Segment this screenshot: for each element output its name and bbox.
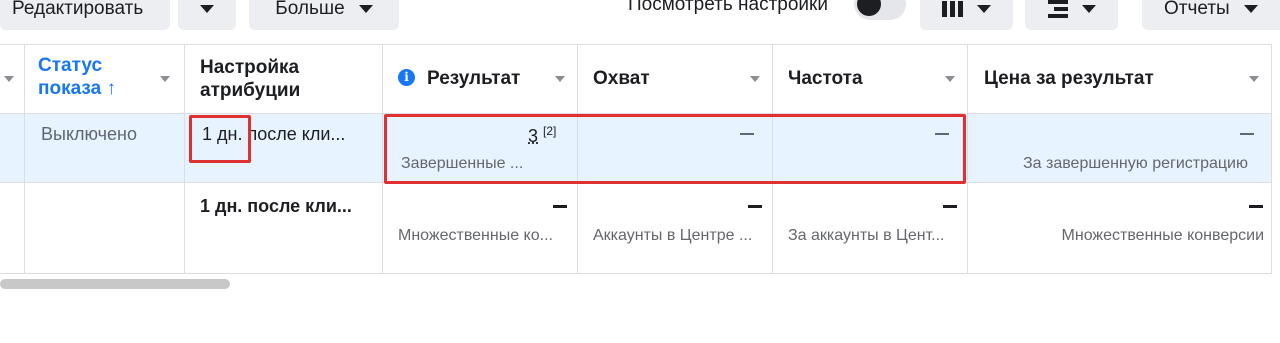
toolbar: Редактировать Больше Посмотреть настройк… bbox=[0, 0, 1280, 44]
chevron-down-icon[interactable] bbox=[750, 76, 760, 82]
divider bbox=[0, 44, 1272, 45]
more-label: Больше bbox=[275, 0, 345, 19]
result-header-label: Результат bbox=[427, 68, 521, 89]
edit-label: Редактировать bbox=[12, 0, 144, 19]
divider bbox=[967, 44, 968, 273]
attribution-rest: после кли... bbox=[242, 124, 346, 144]
reports-button[interactable]: Отчеты bbox=[1142, 0, 1280, 30]
edit-button[interactable]: Редактировать bbox=[0, 0, 170, 30]
edit-dropdown-button[interactable] bbox=[178, 0, 236, 30]
frequency-total-subtitle: За аккаунты в Цент... bbox=[788, 227, 945, 244]
chevron-down-icon[interactable] bbox=[4, 76, 14, 82]
cost-empty-dash bbox=[1240, 133, 1254, 135]
chevron-down-icon[interactable] bbox=[160, 76, 170, 82]
chevron-down-icon[interactable] bbox=[1249, 76, 1259, 82]
chevron-down-icon bbox=[200, 5, 214, 13]
columns-button[interactable] bbox=[920, 0, 1013, 30]
reach-header-label: Охват bbox=[593, 68, 650, 89]
annotation-box-attribution bbox=[189, 115, 251, 163]
result-total-dash bbox=[553, 205, 567, 208]
attribution-header-line1: Настройка bbox=[200, 57, 300, 78]
chevron-down-icon bbox=[1243, 5, 1258, 13]
cost-subtitle: За завершенную регистрацию bbox=[1022, 155, 1248, 172]
columns-icon bbox=[942, 1, 963, 17]
info-icon[interactable]: i bbox=[398, 69, 415, 86]
view-settings-toggle[interactable] bbox=[854, 0, 906, 20]
chevron-down-icon bbox=[1081, 5, 1096, 13]
chevron-down-icon[interactable] bbox=[945, 76, 955, 82]
chevron-down-icon bbox=[977, 5, 991, 13]
frequency-total-dash bbox=[943, 205, 957, 208]
chevron-down-icon bbox=[358, 5, 373, 13]
divider bbox=[382, 44, 383, 273]
divider bbox=[184, 44, 185, 273]
reports-label: Отчеты bbox=[1164, 0, 1230, 19]
divider bbox=[1271, 44, 1272, 273]
reach-total-subtitle: Аккаунты в Центре ... bbox=[593, 227, 753, 244]
divider bbox=[0, 273, 1272, 274]
breakdown-button[interactable] bbox=[1025, 0, 1118, 30]
horizontal-scrollbar[interactable] bbox=[0, 279, 230, 289]
cost-total-dash bbox=[1249, 205, 1263, 208]
divider bbox=[24, 44, 25, 273]
cost-total-subtitle: Множественные конверсии bbox=[1061, 227, 1264, 244]
breakdown-icon bbox=[1047, 0, 1068, 18]
toggle-knob bbox=[857, 0, 881, 16]
cost-header-label: Цена за результат bbox=[984, 68, 1154, 89]
status-header-label: Статус показа bbox=[38, 55, 103, 99]
reach-total-dash bbox=[748, 205, 762, 208]
view-settings-label: Посмотреть настройки bbox=[628, 0, 828, 15]
attribution-header-line2: атрибуции bbox=[200, 80, 301, 101]
result-total-subtitle: Множественные ко... bbox=[398, 227, 553, 244]
sort-arrow-icon: ↑ bbox=[106, 78, 116, 99]
frequency-header-label: Частота bbox=[788, 68, 863, 89]
attribution-total: 1 дн. после кли... bbox=[200, 196, 352, 216]
ads-table: Статус показа ↑ Настройка атрибуции i Ре… bbox=[0, 44, 1272, 274]
annotation-box-metrics bbox=[384, 114, 966, 184]
status-value: Выключено bbox=[41, 124, 137, 144]
chevron-down-icon[interactable] bbox=[555, 76, 565, 82]
more-button[interactable]: Больше bbox=[249, 0, 399, 30]
